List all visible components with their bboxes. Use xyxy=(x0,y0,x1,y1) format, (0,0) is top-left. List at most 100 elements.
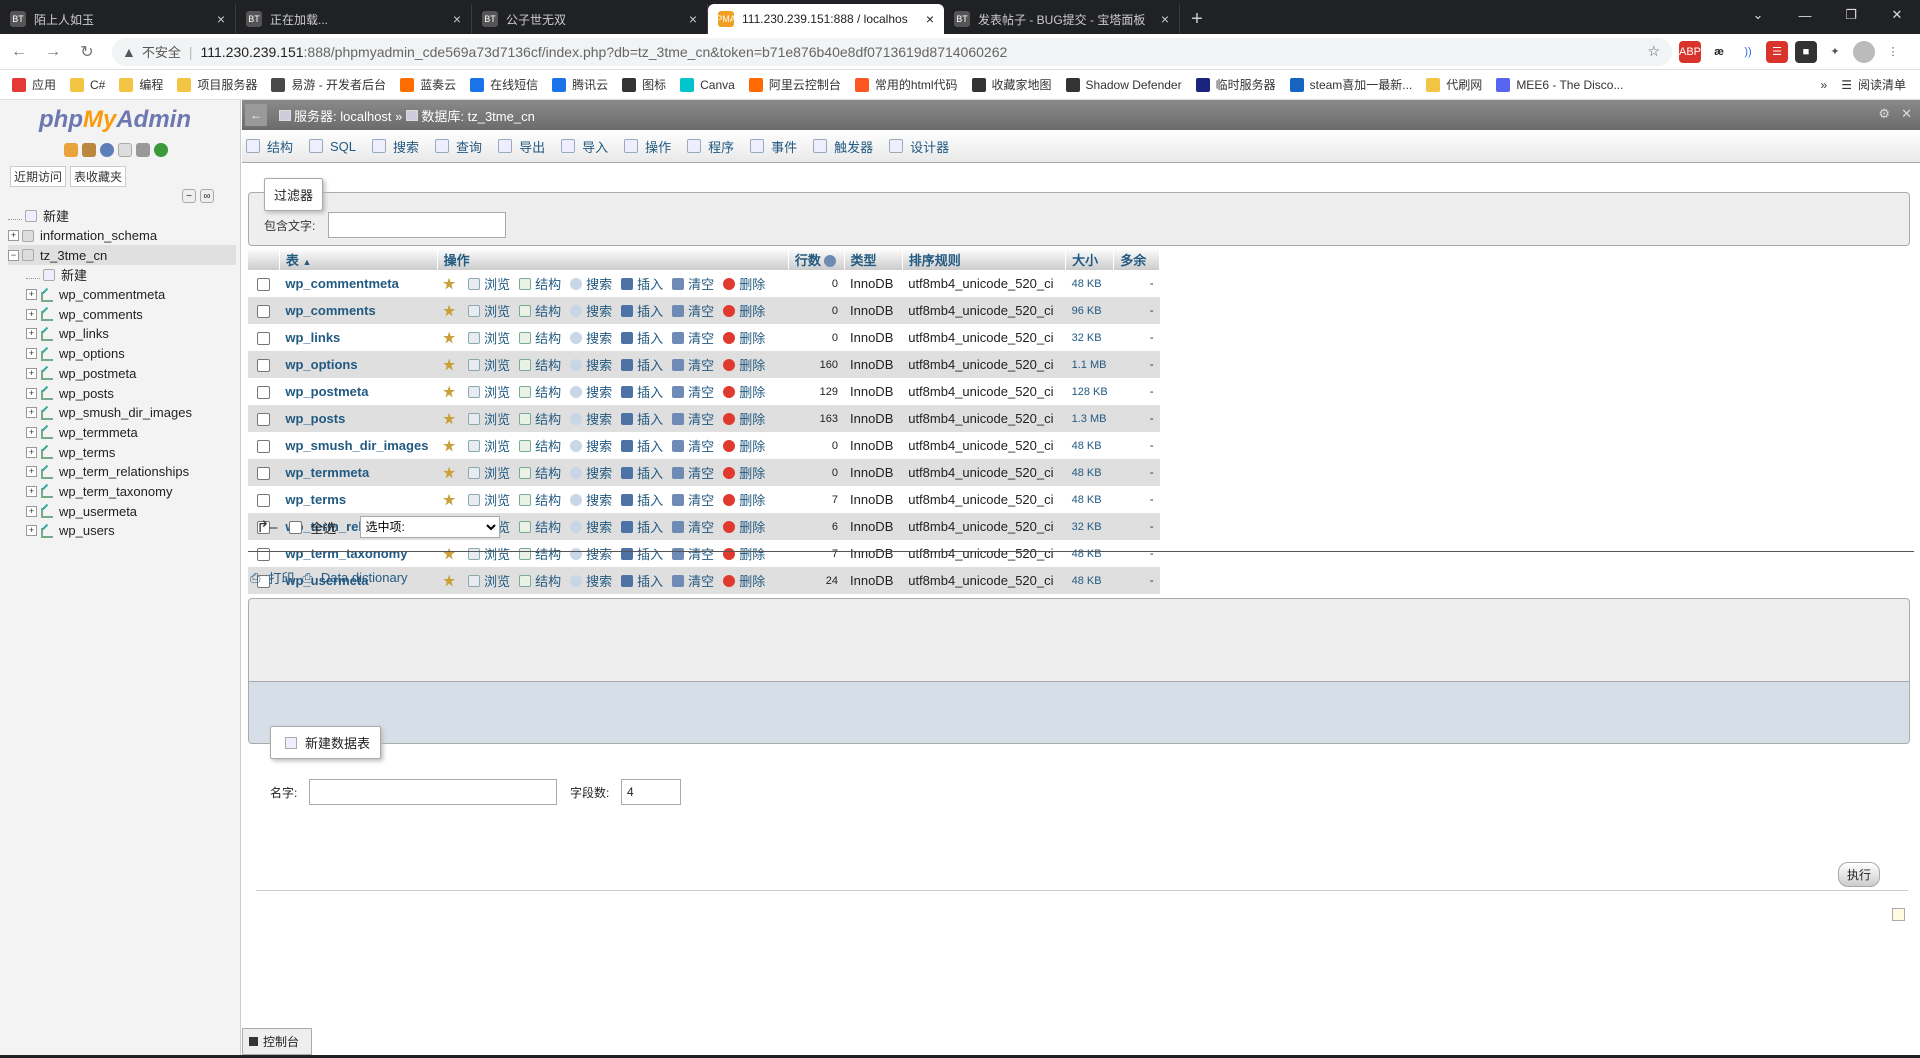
bookmark-item[interactable]: 代刷网 xyxy=(1426,76,1482,93)
size-cell[interactable]: 48 KB xyxy=(1065,540,1114,567)
action-struct[interactable]: 结构 xyxy=(519,382,561,401)
action-insert[interactable]: 插入 xyxy=(621,274,663,293)
row-checkbox[interactable] xyxy=(257,332,271,346)
favorite-star[interactable] xyxy=(443,574,459,587)
expand-icon[interactable]: + xyxy=(8,230,19,242)
puzzle-extensions-icon[interactable]: ✦ xyxy=(1824,40,1846,63)
row-checkbox[interactable] xyxy=(257,440,271,454)
expand-icon[interactable]: − xyxy=(8,249,19,261)
expand-icon[interactable]: + xyxy=(26,348,37,360)
action-drop[interactable]: 删除 xyxy=(723,436,765,455)
action-browse[interactable]: 浏览 xyxy=(468,544,510,563)
logout-icon[interactable] xyxy=(82,143,96,157)
tab-favorites[interactable]: 表收藏夹 xyxy=(70,166,127,187)
size-cell[interactable]: 32 KB xyxy=(1065,324,1114,351)
action-struct[interactable]: 结构 xyxy=(519,517,561,536)
expand-icon[interactable]: + xyxy=(26,367,37,379)
tree-table-item[interactable]: + wp_postmeta xyxy=(8,364,236,384)
action-browse[interactable]: 浏览 xyxy=(468,382,510,401)
reload-nav-icon[interactable] xyxy=(154,143,168,157)
back-icon[interactable]: ← xyxy=(4,37,34,67)
action-insert[interactable]: 插入 xyxy=(621,409,663,428)
favorite-star[interactable] xyxy=(443,331,459,344)
tab-recent[interactable]: 近期访问 xyxy=(10,166,67,187)
bookmark-item[interactable]: steam喜加一最新... xyxy=(1289,76,1412,93)
tree-table-item[interactable]: + wp_links xyxy=(8,324,236,344)
filter-input[interactable] xyxy=(328,212,506,238)
action-empty[interactable]: 清空 xyxy=(672,409,714,428)
breadcrumb-database[interactable]: 数据库: tz_3tme_cn xyxy=(421,106,534,125)
browser-tab[interactable]: BT 陌上人如玉 × xyxy=(0,4,236,34)
action-search[interactable]: 搜索 xyxy=(570,544,612,563)
size-cell[interactable]: 128 KB xyxy=(1065,378,1114,405)
action-browse[interactable]: 浏览 xyxy=(468,571,510,590)
action-insert[interactable]: 插入 xyxy=(621,301,663,320)
tab-2[interactable]: 搜索 xyxy=(372,137,419,156)
tab-4[interactable]: 导出 xyxy=(498,137,545,156)
row-checkbox[interactable] xyxy=(257,494,271,508)
action-struct[interactable]: 结构 xyxy=(519,355,561,374)
link-with-main-icon[interactable]: ∞ xyxy=(200,189,214,203)
collapse-all-icon[interactable]: − xyxy=(182,189,196,203)
tree-table-item[interactable]: + wp_termmeta xyxy=(8,423,236,443)
row-checkbox[interactable] xyxy=(257,467,271,481)
bookmark-item[interactable]: 常用的html代码 xyxy=(854,76,958,93)
num-fields-input[interactable]: 4 xyxy=(621,779,681,805)
size-cell[interactable]: 32 KB xyxy=(1065,513,1114,540)
bookmark-item[interactable]: 蓝奏云 xyxy=(400,76,456,93)
data-dictionary-link[interactable]: Data dictionary xyxy=(321,570,408,585)
action-drop[interactable]: 删除 xyxy=(723,544,765,563)
action-browse[interactable]: 浏览 xyxy=(468,274,510,293)
tree-table-item[interactable]: + wp_comments xyxy=(8,304,236,324)
tab-7[interactable]: 程序 xyxy=(687,137,734,156)
home-icon[interactable] xyxy=(64,143,78,157)
size-cell[interactable]: 48 KB xyxy=(1065,270,1114,297)
tab-8[interactable]: 事件 xyxy=(750,137,797,156)
tab-1[interactable]: SQL xyxy=(309,139,356,154)
with-selected-select[interactable]: 选中项: xyxy=(360,516,501,538)
row-checkbox[interactable] xyxy=(257,278,271,292)
table-name-link[interactable]: wp_term_taxonomy xyxy=(285,546,407,561)
page-settings-icon[interactable] xyxy=(1892,908,1905,921)
table-name-link[interactable]: wp_postmeta xyxy=(285,384,368,399)
browser-tab[interactable]: PMA 111.230.239.151:888 / localhos × xyxy=(708,4,944,34)
action-search[interactable]: 搜索 xyxy=(570,490,612,509)
close-tab-icon[interactable]: × xyxy=(926,11,934,27)
media-extension-icon[interactable]: ■ xyxy=(1795,40,1817,63)
bookmark-item[interactable]: 收藏家地图 xyxy=(971,76,1052,93)
check-all-checkbox[interactable] xyxy=(289,520,303,534)
action-struct[interactable]: 结构 xyxy=(519,301,561,320)
browser-tab[interactable]: BT 发表帖子 - BUG提交 - 宝塔面板 × xyxy=(944,4,1180,34)
favorite-star[interactable] xyxy=(443,358,459,371)
action-empty[interactable]: 清空 xyxy=(672,355,714,374)
action-browse[interactable]: 浏览 xyxy=(468,301,510,320)
help-icon[interactable] xyxy=(824,255,837,268)
row-checkbox[interactable] xyxy=(257,548,271,562)
settings-gear-icon[interactable]: ⚙ xyxy=(1878,106,1890,122)
row-checkbox[interactable] xyxy=(257,305,271,319)
action-insert[interactable]: 插入 xyxy=(621,571,663,590)
notes-extension-icon[interactable]: ☰ xyxy=(1766,40,1788,63)
bookmark-item[interactable]: 编程 xyxy=(119,76,163,93)
action-drop[interactable]: 删除 xyxy=(723,517,765,536)
header-table[interactable]: 表 ▲ xyxy=(279,248,438,270)
tab-0[interactable]: 结构 xyxy=(246,137,293,156)
bookmark-item[interactable]: Shadow Defender xyxy=(1065,77,1182,92)
header-rows[interactable]: 行数 xyxy=(788,248,845,270)
tree-new-item[interactable]: 新建 xyxy=(8,265,236,285)
row-checkbox[interactable] xyxy=(257,413,271,427)
action-search[interactable]: 搜索 xyxy=(570,328,612,347)
expand-icon[interactable]: + xyxy=(26,328,37,340)
bookmark-item[interactable]: 项目服务器 xyxy=(177,76,257,93)
action-browse[interactable]: 浏览 xyxy=(468,409,510,428)
reading-list[interactable]: ☰ 阅读清单 xyxy=(1841,76,1906,93)
action-browse[interactable]: 浏览 xyxy=(468,328,510,347)
favorite-star[interactable] xyxy=(443,493,459,506)
tree-table-item[interactable]: + wp_posts xyxy=(8,383,236,403)
size-cell[interactable]: 48 KB xyxy=(1065,459,1114,486)
expand-icon[interactable]: + xyxy=(26,446,37,458)
tab-3[interactable]: 查询 xyxy=(435,137,482,156)
favorite-star[interactable] xyxy=(443,439,459,452)
bookmark-item[interactable]: 腾讯云 xyxy=(552,76,608,93)
check-all-label[interactable]: 全选 xyxy=(310,518,336,537)
